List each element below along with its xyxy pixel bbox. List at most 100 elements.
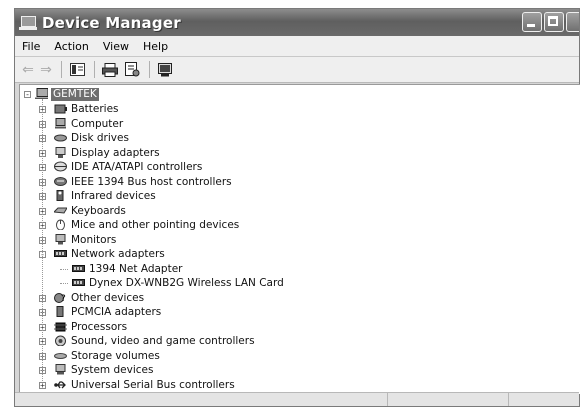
menu-file[interactable]: File <box>15 40 47 53</box>
keyboard-icon <box>54 207 67 214</box>
tree-connector <box>60 268 68 270</box>
unknown-device-icon: ? <box>54 292 66 303</box>
toolbar-separator <box>94 61 95 78</box>
device-tree-list: - GEMTEK + Batteries + Computer + Disk drives… <box>20 85 580 392</box>
tree-category[interactable]: + Processors <box>20 320 580 335</box>
forward-arrow-icon: ⇒ <box>40 61 52 78</box>
usb-icon <box>54 380 66 388</box>
status-bar <box>15 392 579 406</box>
print-button[interactable] <box>101 62 119 78</box>
back-arrow-icon: ⇐ <box>22 61 34 78</box>
minimize-button[interactable] <box>522 12 542 32</box>
tree-category-label: Network adapters <box>71 248 165 260</box>
ieee1394-icon <box>54 176 67 186</box>
tree-category[interactable]: + Mice and other pointing devices <box>20 218 580 233</box>
ide-controller-icon <box>54 161 67 172</box>
mouse-icon <box>56 219 65 230</box>
computer-icon <box>55 117 66 128</box>
tree-category-label: Mice and other pointing devices <box>71 219 240 231</box>
tree-category[interactable]: + Computer <box>20 117 580 132</box>
back-button[interactable]: ⇐ <box>21 62 35 78</box>
tree-category[interactable]: + Storage volumes <box>20 349 580 364</box>
storage-volume-icon <box>54 352 67 359</box>
device-tree: - GEMTEK + Batteries + Computer + Disk drives… <box>19 84 580 394</box>
forward-button[interactable]: ⇒ <box>39 62 53 78</box>
tree-category[interactable]: + Infrared devices <box>20 189 580 204</box>
tree-category-label: Batteries <box>71 103 119 115</box>
properties-button[interactable] <box>123 62 141 78</box>
sound-icon <box>55 335 66 346</box>
window-controls <box>522 12 579 32</box>
title-bar[interactable]: Device Manager <box>15 9 579 36</box>
tree-category[interactable]: + Disk drives <box>20 131 580 146</box>
category-list: + Batteries + Computer + Disk drives + Display … <box>20 102 580 392</box>
tree-category-label: IEEE 1394 Bus host controllers <box>71 175 232 188</box>
close-button[interactable] <box>566 12 579 32</box>
device-manager-window: Device Manager File Action View Help ⇐ ⇒ <box>14 8 580 407</box>
tree-category[interactable]: + System devices <box>20 363 580 378</box>
tree-category[interactable]: +? Other devices <box>20 291 580 306</box>
system-device-icon <box>55 364 66 375</box>
tree-device[interactable]: Dynex DX-WNB2G Wireless LAN Card <box>20 276 580 291</box>
collapse-toggle[interactable]: - <box>24 91 31 99</box>
tree-category[interactable]: + IEEE 1394 Bus host controllers <box>20 175 580 190</box>
computer-icon <box>35 88 48 99</box>
menu-help[interactable]: Help <box>136 40 175 53</box>
status-cell <box>15 393 388 406</box>
tree-category[interactable]: + Display adapters <box>20 146 580 161</box>
tree-category-label: Monitors <box>71 233 117 246</box>
tree-connector <box>60 283 68 284</box>
tree-category-label: Storage volumes <box>71 349 160 362</box>
status-cell <box>388 393 509 406</box>
tree-device[interactable]: 1394 Net Adapter <box>20 262 580 277</box>
tree-category[interactable]: + IDE ATA/ATAPI controllers <box>20 160 580 175</box>
window-title: Device Manager <box>42 13 181 32</box>
network-adapter-icon <box>72 264 85 272</box>
tree-category-label: Processors <box>71 320 128 333</box>
tree-device-label: Dynex DX-WNB2G Wireless LAN Card <box>89 277 284 289</box>
tree-category[interactable]: - Network adapters <box>20 247 580 262</box>
scan-hardware-button[interactable] <box>156 62 174 78</box>
tree-category-label: Sound, video and game controllers <box>71 335 255 347</box>
expand-toggle[interactable]: + <box>39 381 46 389</box>
maximize-button[interactable] <box>544 12 564 32</box>
processor-icon <box>54 322 67 331</box>
monitor-icon <box>55 233 66 244</box>
menu-bar: File Action View Help <box>15 36 579 57</box>
network-adapter-icon <box>54 250 67 257</box>
status-cell <box>509 393 579 406</box>
menu-action[interactable]: Action <box>47 40 95 53</box>
tree-category[interactable]: + Keyboards <box>20 204 580 219</box>
show-hide-console-tree-button[interactable] <box>68 62 86 78</box>
tree-category[interactable]: + Batteries <box>20 102 580 117</box>
toolbar: ⇐ ⇒ <box>15 57 579 83</box>
scan-icon <box>157 62 172 76</box>
svg-text:?: ? <box>61 294 66 303</box>
tree-category-label: Infrared devices <box>71 190 156 202</box>
tree-root[interactable]: - GEMTEK <box>20 87 580 102</box>
tree-device-label: 1394 Net Adapter <box>89 262 183 275</box>
display-adapter-icon <box>55 146 66 158</box>
device-manager-icon <box>19 15 37 30</box>
network-adapter-icon <box>72 279 85 286</box>
console-tree-icon <box>69 63 85 76</box>
printer-icon <box>102 62 118 77</box>
properties-icon <box>124 62 139 77</box>
tree-category-label: Disk drives <box>71 132 129 144</box>
pcmcia-icon <box>56 306 64 317</box>
tree-category-label: Other devices <box>71 291 145 304</box>
disk-drive-icon <box>54 134 67 142</box>
tree-category[interactable]: + Monitors <box>20 233 580 248</box>
toolbar-separator <box>149 61 150 78</box>
tree-category-label: Keyboards <box>71 204 126 217</box>
tree-root-label: GEMTEK <box>51 88 99 101</box>
tree-category[interactable]: + Universal Serial Bus controllers <box>20 378 580 393</box>
menu-view[interactable]: View <box>96 40 136 53</box>
tree-category-label: Computer <box>71 117 124 130</box>
tree-connector <box>42 99 43 381</box>
tree-category[interactable]: + PCMCIA adapters <box>20 305 580 320</box>
tree-category[interactable]: + Sound, video and game controllers <box>20 334 580 349</box>
tree-category-label: Display adapters <box>71 146 160 159</box>
battery-icon <box>54 104 67 114</box>
tree-category-label: System devices <box>71 364 154 376</box>
